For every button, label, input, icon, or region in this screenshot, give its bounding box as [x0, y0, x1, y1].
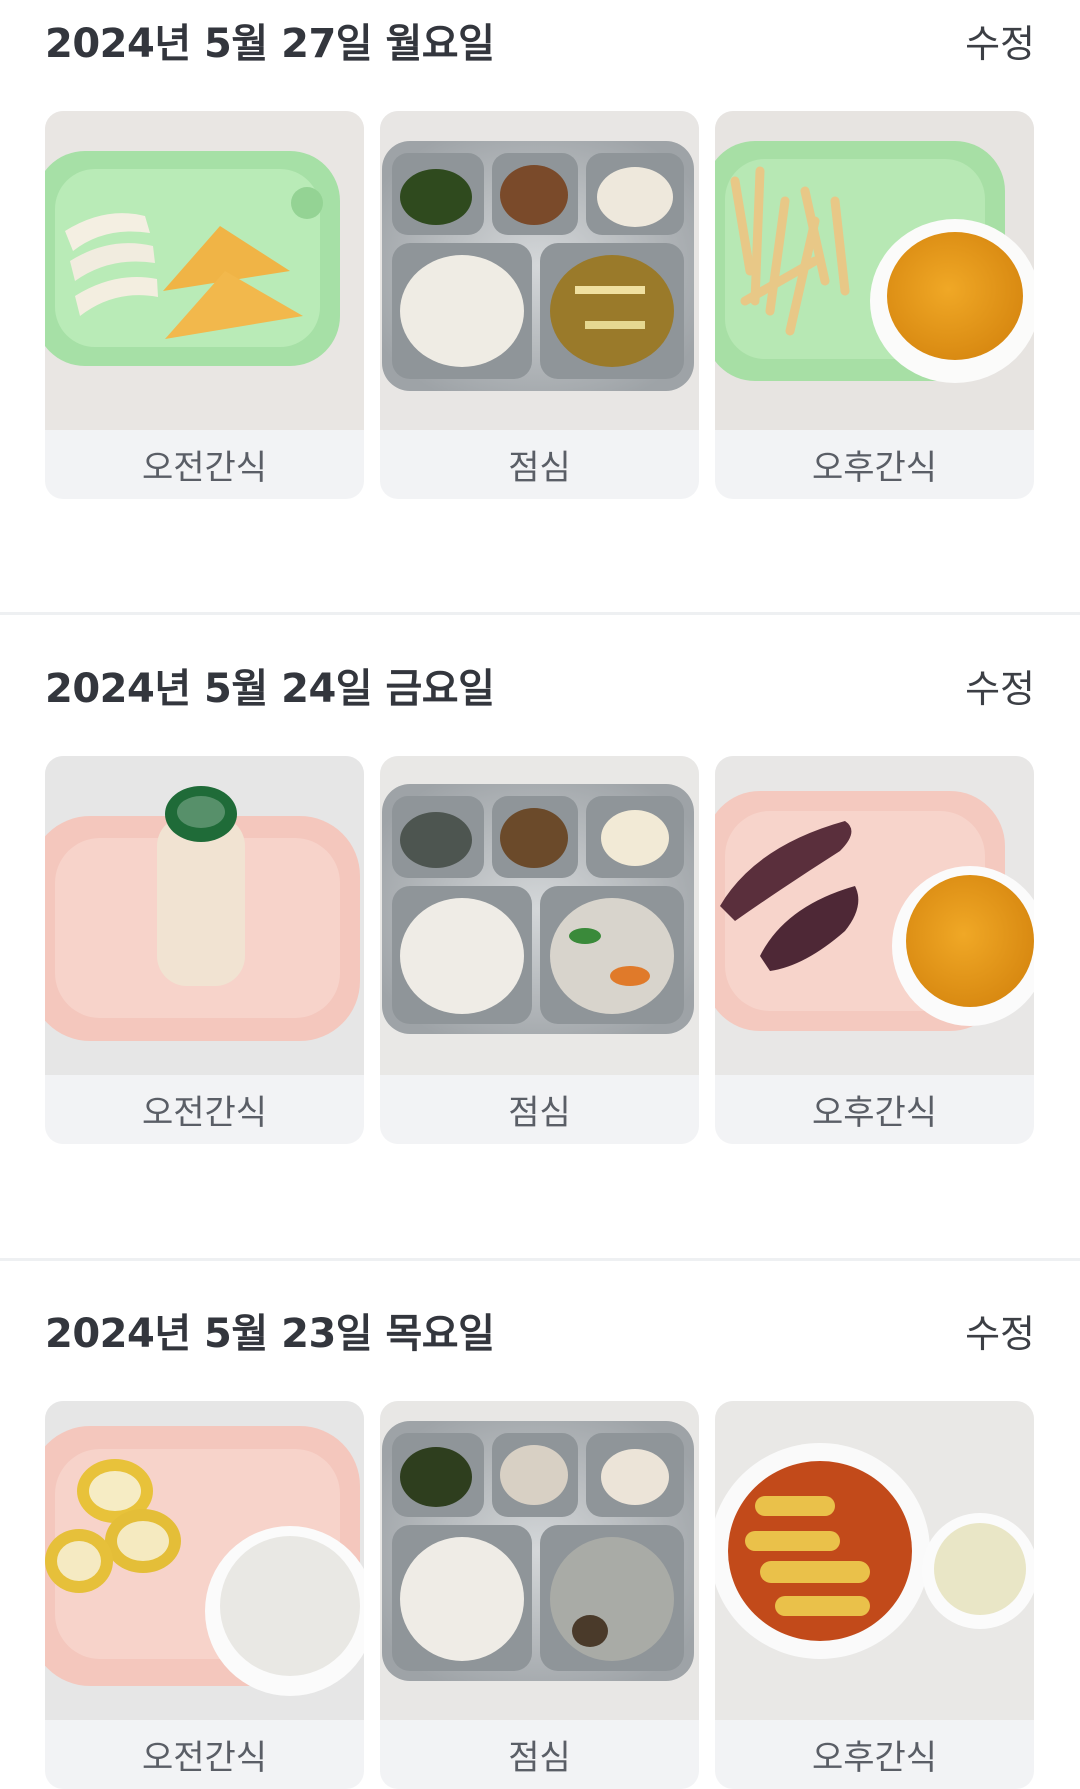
meal-label: 오전간식 [141, 1093, 268, 1133]
meal-label: 점심 [508, 1093, 571, 1133]
meal-card[interactable]: 오후간식 [715, 1401, 1034, 1789]
meal-card[interactable]: 오후간식 [715, 756, 1034, 1144]
day-title: 2024년 5월 27일 월요일 [45, 21, 495, 67]
meal-label: 오전간식 [141, 448, 268, 488]
meal-card[interactable]: 점심 [380, 756, 699, 1144]
day-header: 2024년 5월 24일 금요일 수정 [45, 645, 1035, 725]
meal-photo [45, 111, 364, 430]
meal-photo [45, 1401, 364, 1720]
meal-photo [715, 756, 1034, 1075]
meal-card[interactable]: 점심 [380, 1401, 699, 1789]
meal-photo [380, 1401, 699, 1720]
day-header: 2024년 5월 23일 목요일 수정 [45, 1290, 1035, 1370]
meal-card[interactable]: 오전간식 [45, 1401, 364, 1789]
meal-cards: 오전간식 점심 오후간식 [45, 1401, 1035, 1789]
edit-button[interactable]: 수정 [965, 13, 1035, 68]
meal-label: 오전간식 [141, 1738, 268, 1778]
meal-card[interactable]: 점심 [380, 111, 699, 499]
meal-label: 오후간식 [811, 1093, 938, 1133]
edit-button[interactable]: 수정 [965, 658, 1035, 713]
meal-photo [380, 111, 699, 430]
meal-card[interactable]: 오전간식 [45, 111, 364, 499]
meal-photo [715, 1401, 1034, 1720]
meal-card[interactable]: 오전간식 [45, 756, 364, 1144]
section-divider [0, 1258, 1080, 1261]
meal-cards: 오전간식 점심 오후간식 [45, 756, 1035, 1144]
day-title: 2024년 5월 24일 금요일 [45, 666, 495, 712]
meal-photo [715, 111, 1034, 430]
edit-button[interactable]: 수정 [965, 1303, 1035, 1358]
meal-label: 점심 [508, 448, 571, 488]
meal-card[interactable]: 오후간식 [715, 111, 1034, 499]
meal-cards: 오전간식 점심 오후간식 [45, 111, 1035, 499]
meal-label: 오후간식 [811, 1738, 938, 1778]
day-title: 2024년 5월 23일 목요일 [45, 1311, 495, 1357]
meal-label: 오후간식 [811, 448, 938, 488]
day-header: 2024년 5월 27일 월요일 수정 [45, 0, 1035, 80]
section-divider [0, 612, 1080, 615]
meal-photo [45, 756, 364, 1075]
meal-label: 점심 [508, 1738, 571, 1778]
meal-photo [380, 756, 699, 1075]
